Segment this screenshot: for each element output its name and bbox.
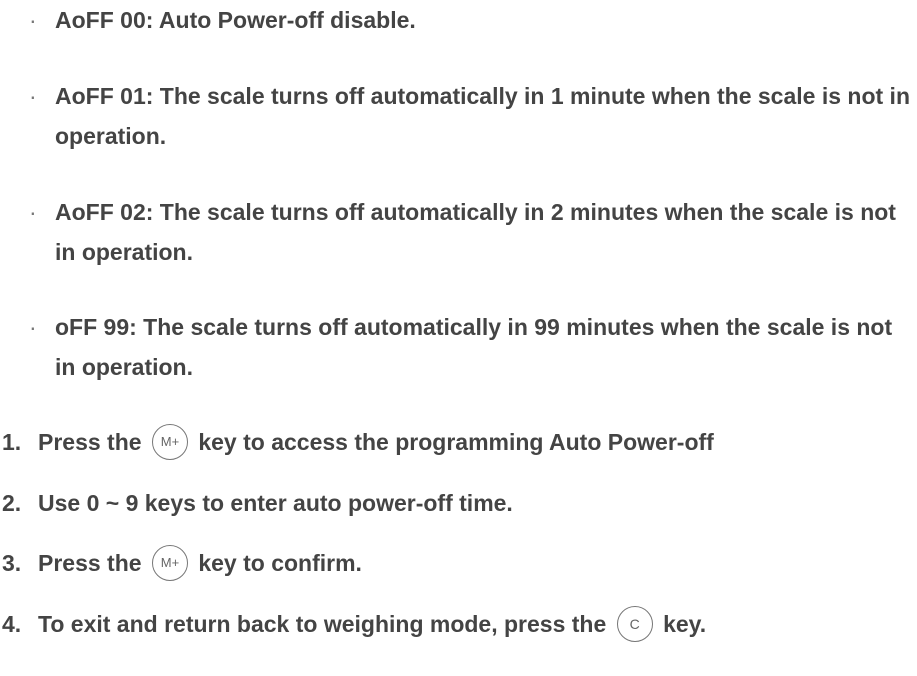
m-plus-key-icon: M+ [151, 544, 188, 581]
bullet-text: AoFF 00: Auto Power-off disable. [55, 7, 416, 33]
step-text-before: Press the [38, 429, 142, 455]
step-text-after: key to access the programming Auto Power… [198, 429, 714, 455]
step-number: 4. [2, 611, 22, 637]
step-text-after: key. [663, 611, 707, 637]
step-text: To exit and return back to weighing mode… [38, 604, 706, 644]
step-number: 3. [2, 550, 22, 576]
step-text: Use 0 ~ 9 keys to enter auto power-off t… [38, 490, 513, 516]
step-text-after: key to confirm. [198, 550, 362, 576]
step-text: Press the M+ key to access the programmi… [38, 422, 714, 462]
bullet-text: AoFF 02: The scale turns off automatical… [55, 199, 896, 265]
step-number: 1. [2, 429, 22, 455]
bullet-text: oFF 99: The scale turns off automaticall… [55, 314, 893, 380]
bullet-marker: · [29, 83, 37, 109]
bullet-marker: · [29, 314, 37, 340]
c-key-icon: C [616, 605, 653, 642]
m-plus-key-icon: M+ [151, 423, 188, 460]
step-number: 2. [2, 490, 22, 516]
step-text-before: Press the [38, 550, 142, 576]
bullet-text: AoFF 01: The scale turns off automatical… [55, 83, 910, 149]
manual-page: · AoFF 00: Auto Power-off disable. · AoF… [0, 0, 917, 676]
bullet-marker: · [29, 7, 37, 33]
bullet-marker: · [29, 199, 37, 225]
step-text-before: To exit and return back to weighing mode… [38, 611, 607, 637]
step-text: Press the M+ key to confirm. [38, 543, 362, 583]
